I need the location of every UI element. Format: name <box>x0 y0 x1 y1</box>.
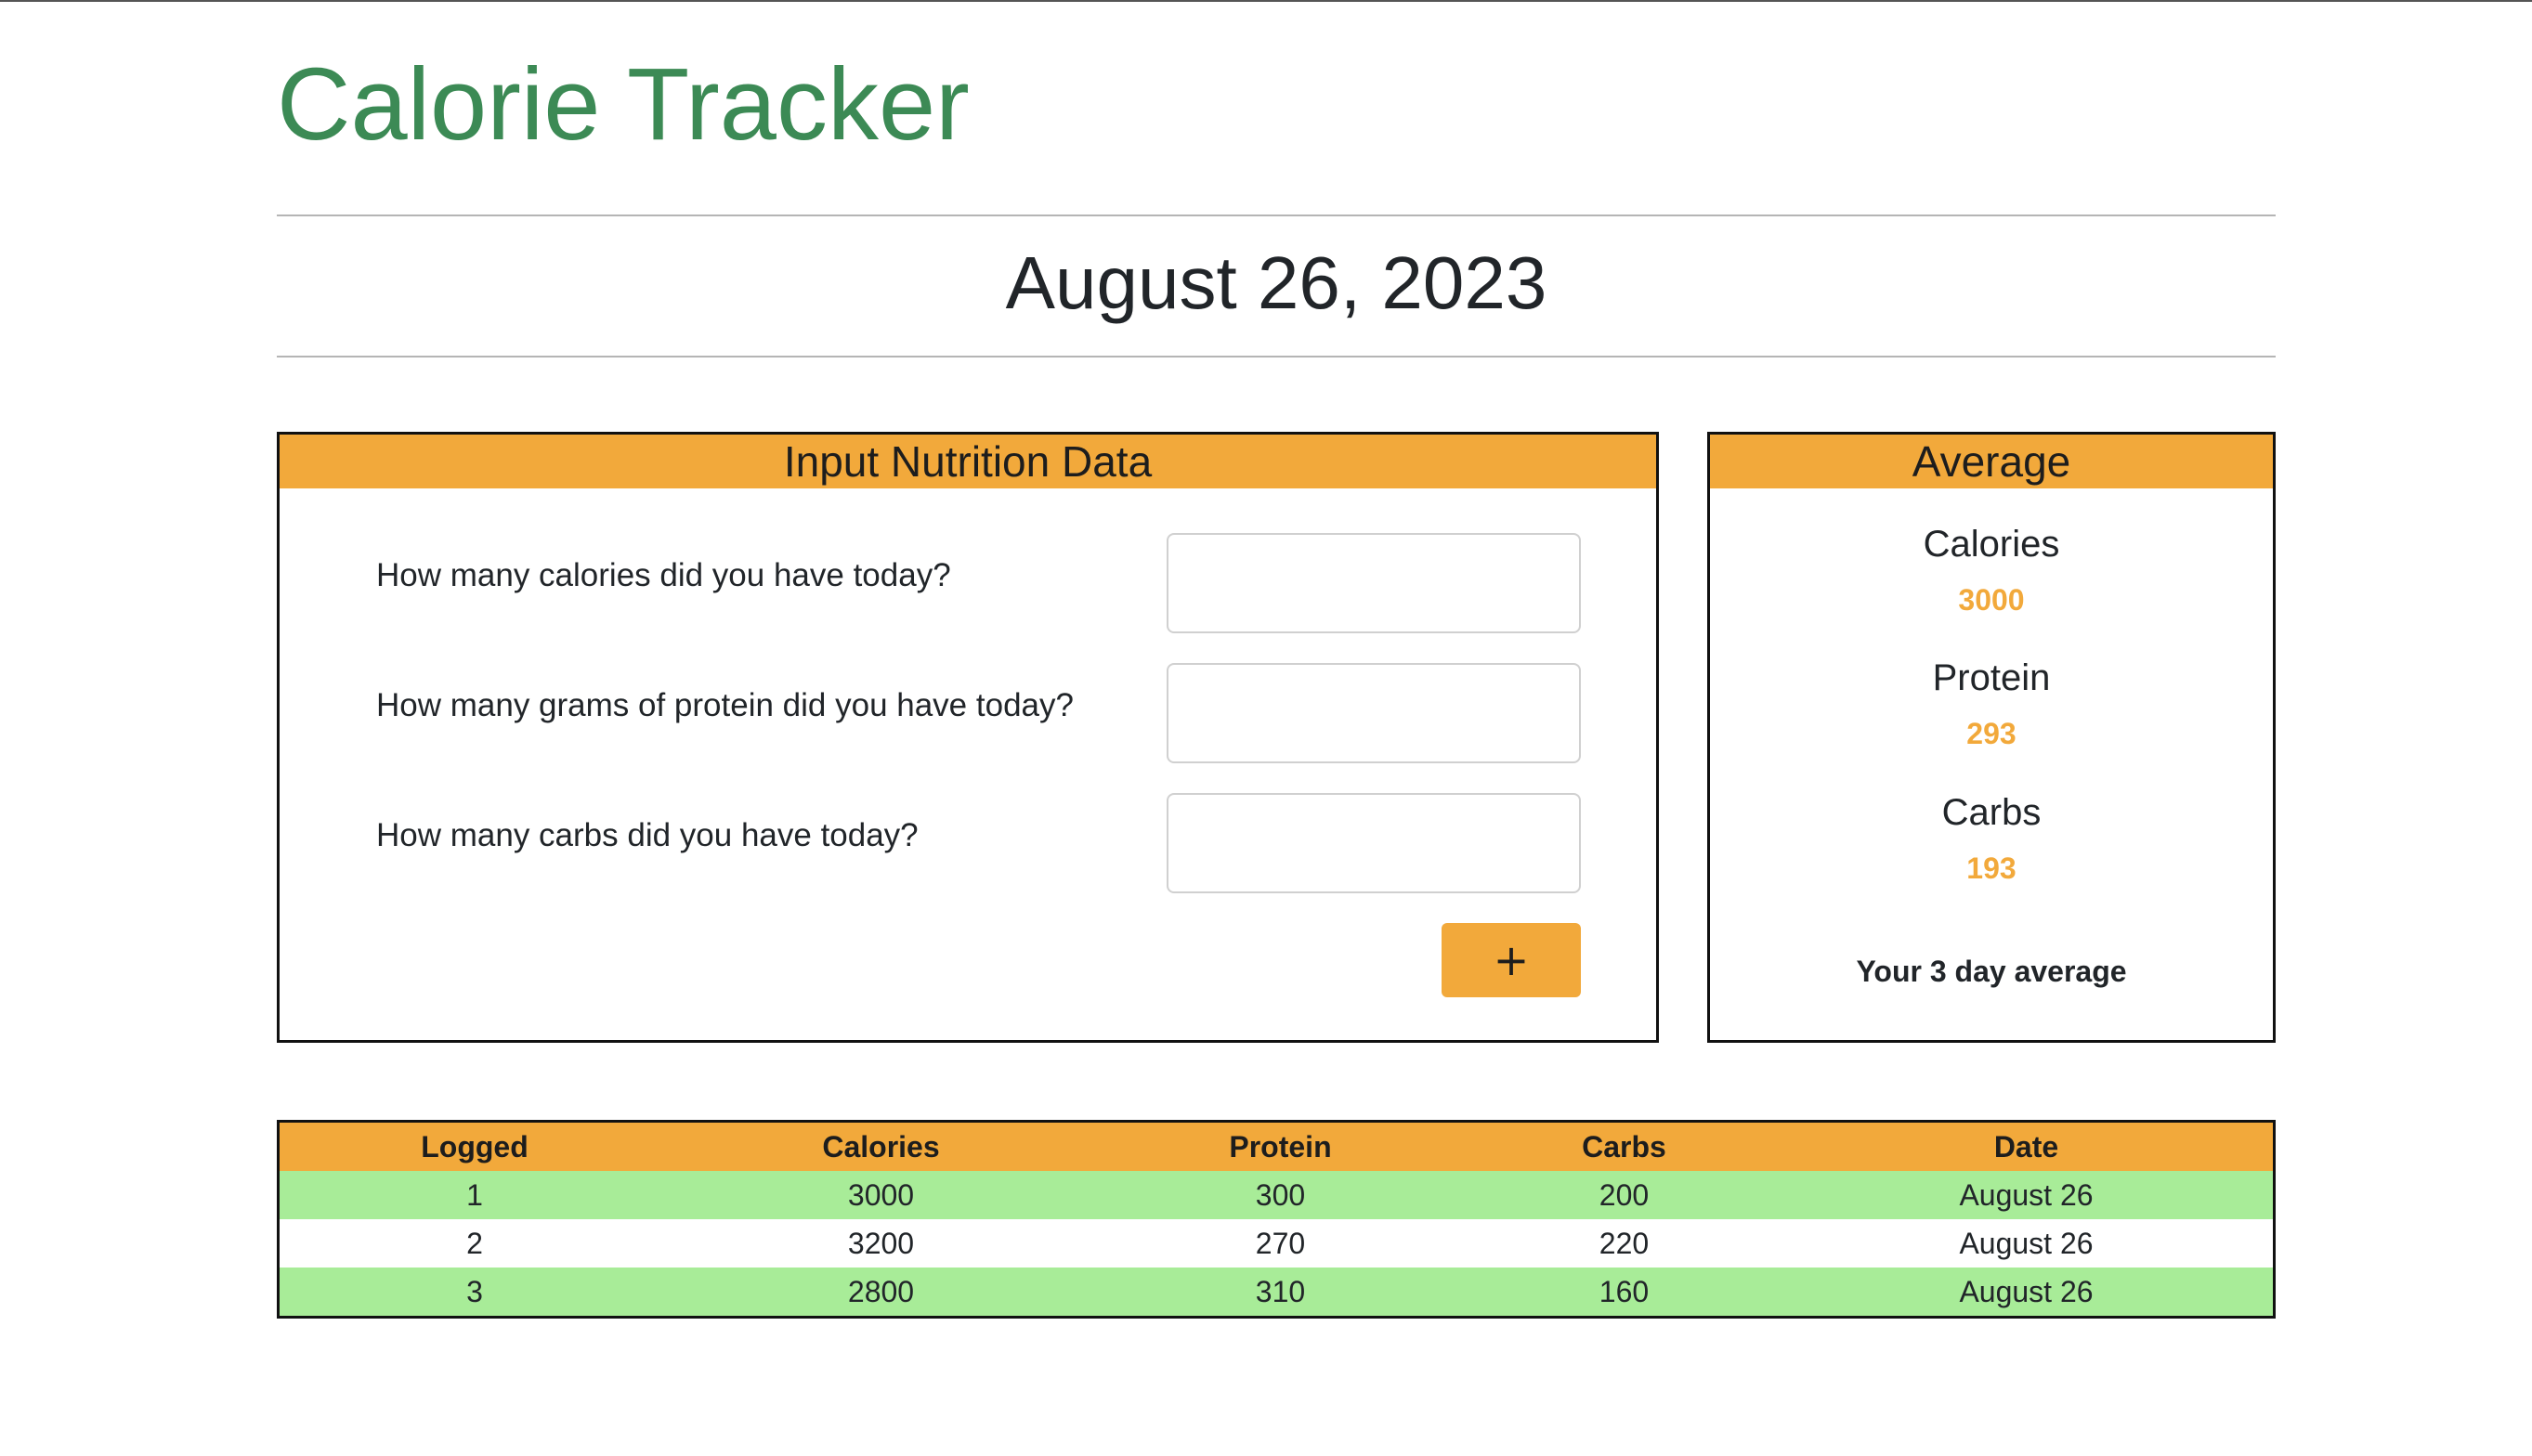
table-cell-date: August 26 <box>1780 1171 2275 1219</box>
add-entry-button[interactable]: + <box>1442 923 1581 997</box>
nutrition-log-table: Logged Calories Protein Carbs Date 1 300… <box>277 1120 2276 1319</box>
column-header-date: Date <box>1780 1121 2275 1171</box>
average-protein: Protein 293 <box>1710 654 2273 754</box>
table-row: 1 3000 300 200 August 26 <box>278 1171 2275 1219</box>
table-cell-date: August 26 <box>1780 1268 2275 1318</box>
calories-row: How many calories did you have today? <box>280 533 1656 635</box>
average-protein-label: Protein <box>1932 657 2051 698</box>
average-carbs: Carbs 193 <box>1710 788 2273 889</box>
calories-input[interactable] <box>1167 533 1581 633</box>
input-nutrition-panel: Input Nutrition Data How many calories d… <box>277 432 1659 1043</box>
column-header-carbs: Carbs <box>1468 1121 1780 1171</box>
table-cell-calories: 2800 <box>670 1268 1092 1318</box>
input-panel-header: Input Nutrition Data <box>280 435 1656 488</box>
table-cell-logged: 1 <box>278 1171 670 1219</box>
carbs-input[interactable] <box>1167 793 1581 893</box>
column-header-logged: Logged <box>278 1121 670 1171</box>
table-cell-date: August 26 <box>1780 1219 2275 1268</box>
table-cell-carbs: 200 <box>1468 1171 1780 1219</box>
window-top-border <box>0 0 2532 2</box>
divider-bottom <box>277 356 2276 358</box>
divider-top <box>277 214 2276 216</box>
calories-question-label: How many calories did you have today? <box>376 557 951 593</box>
table-row: 2 3200 270 220 August 26 <box>278 1219 2275 1268</box>
carbs-question-label: How many carbs did you have today? <box>376 817 919 853</box>
table-cell-carbs: 160 <box>1468 1268 1780 1318</box>
table-cell-carbs: 220 <box>1468 1219 1780 1268</box>
table-header-row: Logged Calories Protein Carbs Date <box>278 1121 2275 1171</box>
average-calories-label: Calories <box>1923 524 2060 565</box>
current-date: August 26, 2023 <box>1005 241 1547 324</box>
table-cell-logged: 3 <box>278 1268 670 1318</box>
average-panel: Average Calories 3000 Protein 293 Carbs … <box>1707 432 2276 1043</box>
table-cell-logged: 2 <box>278 1219 670 1268</box>
average-calories-value: 3000 <box>1958 583 2025 617</box>
table-cell-protein: 270 <box>1092 1219 1468 1268</box>
table-row: 3 2800 310 160 August 26 <box>278 1268 2275 1318</box>
carbs-row: How many carbs did you have today? <box>280 793 1656 895</box>
average-note: Your 3 day average <box>1856 955 2127 988</box>
average-protein-value: 293 <box>1966 717 2016 750</box>
table-cell-calories: 3000 <box>670 1171 1092 1219</box>
table-cell-protein: 310 <box>1092 1268 1468 1318</box>
average-panel-header: Average <box>1710 435 2273 488</box>
average-calories: Calories 3000 <box>1710 520 2273 620</box>
average-carbs-value: 193 <box>1966 852 2016 885</box>
protein-row: How many grams of protein did you have t… <box>280 663 1656 765</box>
table-cell-calories: 3200 <box>670 1219 1092 1268</box>
average-carbs-label: Carbs <box>1941 792 2042 833</box>
column-header-calories: Calories <box>670 1121 1092 1171</box>
protein-input[interactable] <box>1167 663 1581 763</box>
table-cell-protein: 300 <box>1092 1171 1468 1219</box>
column-header-protein: Protein <box>1092 1121 1468 1171</box>
app-title: Calorie Tracker <box>277 47 970 162</box>
protein-question-label: How many grams of protein did you have t… <box>376 687 1074 723</box>
